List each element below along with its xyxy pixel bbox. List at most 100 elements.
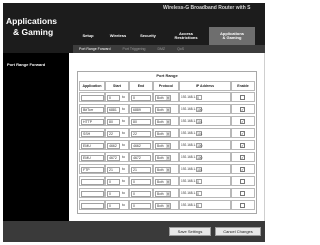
sidebar: Port Range Forward (3, 53, 69, 221)
application-cell: FTP (79, 164, 105, 174)
end-port-input[interactable]: 0 (131, 95, 151, 101)
protocol-select[interactable]: Both ▾ (155, 107, 171, 113)
start-port-input[interactable]: 21 (107, 167, 120, 173)
start-port-input[interactable]: 80 (107, 119, 120, 125)
enable-cell: ✓ (231, 164, 255, 174)
protocol-value: Both (157, 192, 164, 196)
start-port-input[interactable]: 4662 (107, 143, 120, 149)
table-row: HTTP 80 to 80 Both ▾ 192.168.1.101 ✓ (79, 116, 255, 126)
footer: Save Settings Cancel Changes (3, 221, 265, 242)
subtab-qos[interactable]: QoS (171, 47, 190, 51)
protocol-value: Both (157, 96, 164, 100)
start-port-input[interactable]: 4672 (107, 155, 120, 161)
enable-checkbox[interactable] (240, 179, 245, 184)
main-tabs: Setup Wireless Security Access Restricti… (73, 27, 255, 45)
application-cell (79, 200, 105, 210)
application-name-input[interactable]: HTTP (81, 119, 104, 125)
protocol-select[interactable]: Both ▾ (155, 179, 171, 185)
start-port-cell: 80 to (105, 116, 129, 126)
protocol-value: Both (157, 132, 164, 136)
end-port-input[interactable]: 4672 (131, 155, 151, 161)
ip-last-octet-input[interactable]: 100 (196, 155, 202, 160)
ip-last-octet-input[interactable]: 0 (196, 95, 203, 100)
ip-last-octet-input[interactable]: 101 (196, 131, 202, 136)
enable-checkbox[interactable] (240, 95, 245, 100)
application-cell (79, 188, 105, 198)
protocol-select[interactable]: Both ▾ (155, 203, 171, 209)
application-cell: SSH (79, 128, 105, 138)
ip-last-octet-input[interactable]: 0 (196, 203, 203, 208)
application-name-input[interactable]: FTP (81, 167, 104, 173)
ip-last-octet-input[interactable]: 0 (196, 179, 203, 184)
end-port-input[interactable]: 0 (131, 203, 151, 209)
table-row: 0 to 0 Both ▾ 192.168.1.0 (79, 188, 255, 198)
enable-checkbox[interactable]: ✓ (240, 155, 245, 160)
end-port-input[interactable]: 0 (131, 179, 151, 185)
start-port-input[interactable]: 0 (107, 179, 120, 185)
tab-wireless[interactable]: Wireless (103, 27, 133, 45)
ip-address: 192.168.1.0 (181, 179, 203, 184)
enable-checkbox[interactable]: ✓ (240, 131, 245, 136)
protocol-select[interactable]: Both ▾ (155, 95, 171, 101)
protocol-select[interactable]: Both ▾ (155, 119, 171, 125)
end-port-cell: 80 (129, 116, 153, 126)
subtab-port-range-forward[interactable]: Port Range Forward (73, 47, 117, 51)
ip-prefix: 192.168.1. (181, 167, 197, 171)
tab-security[interactable]: Security (133, 27, 163, 45)
section-title: Applications & Gaming (3, 3, 69, 53)
header-end: End (129, 81, 153, 91)
start-port-input[interactable]: 6881 (107, 107, 120, 113)
start-port-input[interactable]: 0 (107, 95, 120, 101)
ip-last-octet-input[interactable]: 0 (196, 191, 203, 196)
application-name-input[interactable] (81, 95, 104, 101)
header: Applications & Gaming Wireless-G Broadba… (3, 3, 265, 53)
ip-address: 192.168.1.0 (181, 95, 203, 100)
to-label: to (122, 107, 125, 111)
end-port-input[interactable]: 21 (131, 167, 151, 173)
start-port-input[interactable]: 0 (107, 191, 120, 197)
enable-checkbox[interactable]: ✓ (240, 119, 245, 124)
ip-last-octet-input[interactable]: 101 (196, 119, 202, 124)
ip-last-octet-input[interactable]: 100 (196, 143, 202, 148)
to-label: to (122, 143, 125, 147)
chevron-down-icon: ▾ (166, 180, 170, 184)
protocol-cell: Both ▾ (153, 140, 179, 150)
ip-prefix: 192.168.1. (181, 131, 197, 135)
protocol-select[interactable]: Both ▾ (155, 155, 171, 161)
protocol-select[interactable]: Both ▾ (155, 131, 171, 137)
tab-applications-gaming[interactable]: Applications & Gaming (209, 27, 255, 45)
subtab-dmz[interactable]: DMZ (151, 47, 171, 51)
enable-checkbox[interactable] (240, 203, 245, 208)
tab-setup[interactable]: Setup (73, 27, 103, 45)
end-port-input[interactable]: 80 (131, 119, 151, 125)
start-port-input[interactable]: 22 (107, 131, 120, 137)
protocol-select[interactable]: Both ▾ (155, 167, 171, 173)
enable-checkbox[interactable]: ✓ (240, 107, 245, 112)
end-port-input[interactable]: 0 (131, 191, 151, 197)
protocol-value: Both (157, 168, 164, 172)
application-name-input[interactable]: BitTorr (81, 107, 104, 113)
to-label: to (122, 131, 125, 135)
enable-checkbox[interactable] (240, 191, 245, 196)
protocol-select[interactable]: Both ▾ (155, 143, 171, 149)
start-port-cell: 0 to (105, 200, 129, 210)
end-port-input[interactable]: 4662 (131, 143, 151, 149)
application-name-input[interactable] (81, 191, 104, 197)
end-port-input[interactable]: 22 (131, 131, 151, 137)
application-name-input[interactable]: EMU (81, 155, 104, 161)
save-settings-button[interactable]: Save Settings (169, 227, 211, 236)
application-name-input[interactable] (81, 203, 104, 209)
application-name-input[interactable] (81, 179, 104, 185)
end-port-input[interactable]: 6889 (131, 107, 151, 113)
cancel-changes-button[interactable]: Cancel Changes (215, 227, 261, 236)
enable-checkbox[interactable]: ✓ (240, 167, 245, 172)
start-port-input[interactable]: 0 (107, 203, 120, 209)
protocol-select[interactable]: Both ▾ (155, 191, 171, 197)
subtab-port-triggering[interactable]: Port Triggering (117, 47, 152, 51)
enable-checkbox[interactable]: ✓ (240, 143, 245, 148)
tab-access-restrictions[interactable]: Access Restrictions (163, 27, 209, 45)
application-name-input[interactable]: EMU (81, 143, 104, 149)
ip-last-octet-input[interactable]: 101 (196, 167, 202, 172)
ip-last-octet-input[interactable]: 100 (196, 107, 202, 112)
application-name-input[interactable]: SSH (81, 131, 104, 137)
